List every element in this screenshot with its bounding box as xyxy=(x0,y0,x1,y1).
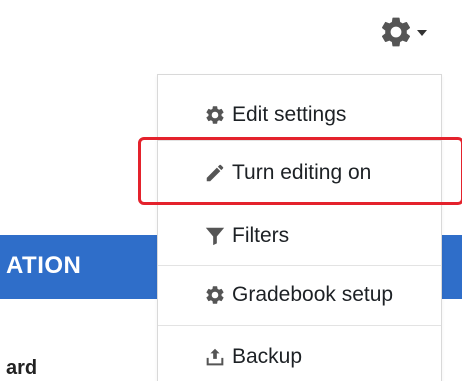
menu-item-label: Turn editing on xyxy=(232,161,372,184)
menu-item-backup[interactable]: Backup xyxy=(158,337,441,377)
filter-icon xyxy=(202,223,228,249)
menu-item-filters[interactable]: Filters xyxy=(158,216,441,256)
menu-divider xyxy=(158,325,441,326)
menu-item-label: Gradebook setup xyxy=(232,283,394,306)
menu-item-edit-settings[interactable]: Edit settings xyxy=(158,95,441,135)
menu-item-label: Edit settings xyxy=(232,103,347,126)
upload-icon xyxy=(202,344,228,370)
gear-icon xyxy=(378,14,414,50)
menu-divider xyxy=(158,265,441,266)
dashboard-text-fragment: ard xyxy=(6,357,38,379)
actions-menu-toggle[interactable] xyxy=(378,10,442,54)
menu-divider xyxy=(158,140,441,141)
course-actions-menu: Edit settings Turn editing on Filters Gr… xyxy=(157,74,442,381)
pencil-icon xyxy=(202,160,228,186)
menu-item-gradebook-setup[interactable]: Gradebook setup xyxy=(158,275,441,315)
menu-item-turn-editing-on[interactable]: Turn editing on xyxy=(158,153,441,193)
menu-divider xyxy=(158,204,441,205)
caret-down-icon xyxy=(417,30,427,36)
menu-item-label: Filters xyxy=(232,224,290,247)
course-header-text: ATION xyxy=(6,252,82,279)
gear-icon xyxy=(202,102,228,128)
page: ATION ard Edit settings Turn editing on … xyxy=(0,0,462,381)
gear-icon xyxy=(202,282,228,308)
menu-item-label: Backup xyxy=(232,345,303,368)
